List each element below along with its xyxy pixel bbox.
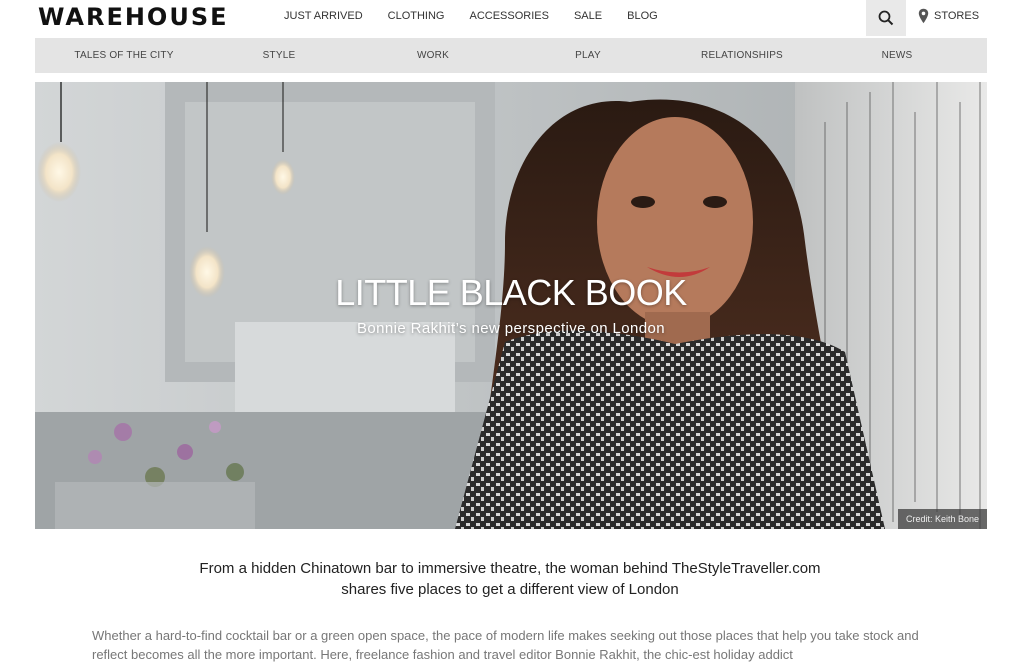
category-news[interactable]: NEWS <box>882 50 913 61</box>
nav-just-arrived[interactable]: JUST ARRIVED <box>284 10 363 22</box>
site-logo[interactable]: WAREHOUSE <box>38 3 229 31</box>
hero-title: LITTLE BLACK BOOK <box>335 272 687 313</box>
category-play[interactable]: PLAY <box>575 50 601 61</box>
site-header: WAREHOUSE JUST ARRIVED CLOTHING ACCESSOR… <box>0 0 1024 36</box>
hero-subtitle: Bonnie Rakhit’s new perspective on Londo… <box>357 320 665 337</box>
article-intro: From a hidden Chinatown bar to immersive… <box>100 558 920 600</box>
search-icon <box>878 10 894 26</box>
nav-sale[interactable]: SALE <box>574 10 602 22</box>
intro-line-1: From a hidden Chinatown bar to immersive… <box>199 560 821 577</box>
photo-credit: Credit: Keith Bone <box>897 509 987 529</box>
nav-blog[interactable]: BLOG <box>627 10 658 22</box>
nav-clothing[interactable]: CLOTHING <box>388 10 445 22</box>
hero-banner: LITTLE BLACK BOOK Bonnie Rakhit’s new pe… <box>35 82 987 529</box>
intro-line-2: shares five places to get a different vi… <box>341 581 679 598</box>
stores-link[interactable]: STORES <box>918 8 979 24</box>
category-style[interactable]: STYLE <box>263 50 296 61</box>
category-bar: TALES OF THE CITY STYLE WORK PLAY RELATI… <box>35 38 987 73</box>
category-tales-of-the-city[interactable]: TALES OF THE CITY <box>74 50 173 61</box>
stores-label: STORES <box>934 10 980 22</box>
category-relationships[interactable]: RELATIONSHIPS <box>701 50 783 61</box>
nav-accessories[interactable]: ACCESSORIES <box>470 10 549 22</box>
map-pin-icon <box>918 8 929 24</box>
article-body: Whether a hard-to-find cocktail bar or a… <box>92 628 919 662</box>
main-nav: JUST ARRIVED CLOTHING ACCESSORIES SALE B… <box>284 10 683 22</box>
search-button[interactable] <box>866 0 906 36</box>
category-work[interactable]: WORK <box>417 50 449 61</box>
